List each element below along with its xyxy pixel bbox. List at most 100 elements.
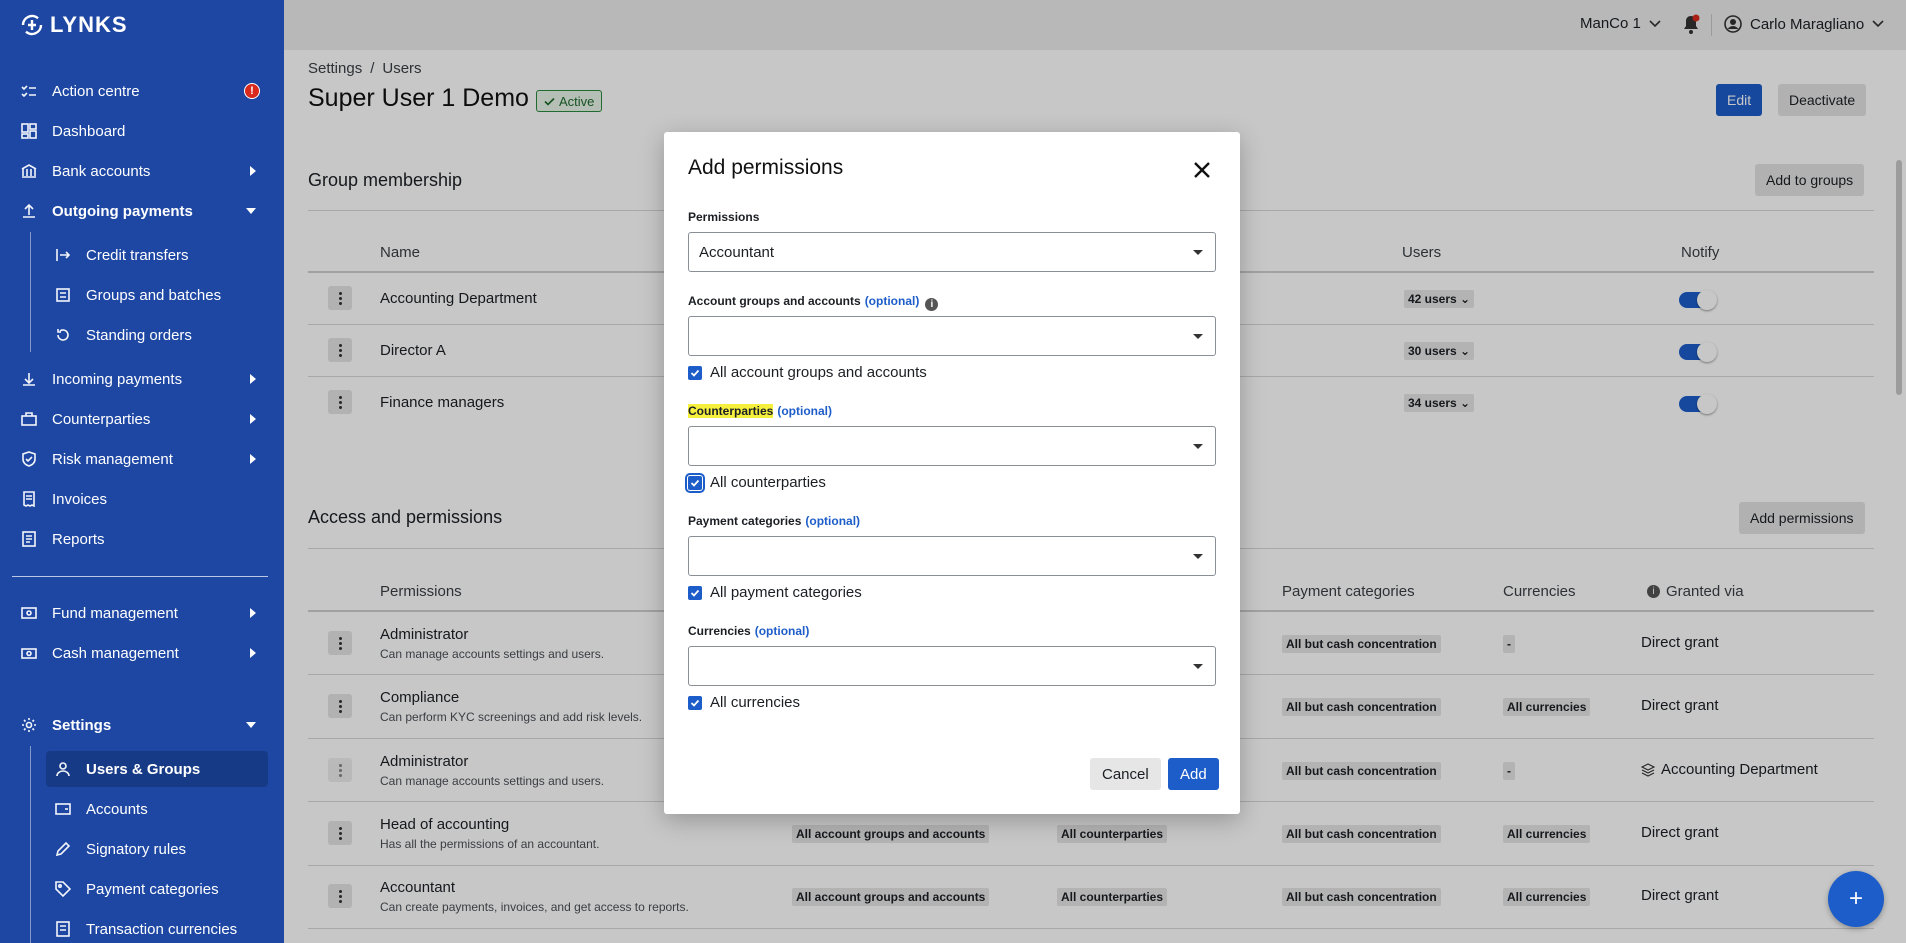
- accounts-label-text: Account groups and accounts: [688, 294, 861, 308]
- sidebar-item-reports[interactable]: Reports: [12, 521, 268, 557]
- caret-down-icon: [1193, 554, 1203, 559]
- sidebar-item-invoices[interactable]: Invoices: [12, 481, 268, 517]
- sidebar-item-standing-orders[interactable]: Standing orders: [46, 317, 268, 353]
- add-button[interactable]: Add: [1168, 758, 1219, 790]
- checkbox-label: All payment categories: [710, 584, 862, 601]
- sidebar: LYNKS Action centre ! Dashboard Bank acc…: [0, 0, 284, 943]
- sidebar-item-accounts[interactable]: Accounts: [46, 791, 268, 827]
- chevron-right-icon: [250, 608, 256, 618]
- sidebar-item-label: Accounts: [86, 800, 148, 818]
- sidebar-item-label: Dashboard: [52, 122, 126, 140]
- counterparties-label: Counterparties (optional): [688, 404, 832, 418]
- sidebar-item-payment-categories[interactable]: Payment categories: [46, 871, 268, 907]
- brand-logo[interactable]: LYNKS: [20, 12, 128, 38]
- counterparties-select[interactable]: [688, 426, 1216, 466]
- currency-icon: [54, 920, 72, 938]
- sidebar-item-label: Users & Groups: [86, 760, 201, 778]
- accounts-select[interactable]: [688, 316, 1216, 356]
- sidebar-item-groups-and-batches[interactable]: Groups and batches: [46, 277, 268, 313]
- lynks-logo-icon: [21, 14, 43, 36]
- optional-tag: (optional): [777, 404, 833, 418]
- sidebar-item-counterparties[interactable]: Counterparties: [12, 401, 268, 437]
- caret-down-icon: [1193, 444, 1203, 449]
- checkbox-label: All counterparties: [710, 474, 826, 491]
- brand-name: LYNKS: [50, 12, 128, 37]
- repeat-icon: [54, 326, 72, 344]
- alert-badge: !: [244, 83, 260, 99]
- tag-icon: [54, 880, 72, 898]
- report-icon: [20, 530, 38, 548]
- cash-icon: [20, 644, 38, 662]
- currencies-label-text: Currencies: [688, 624, 751, 638]
- sidebar-item-fund-management[interactable]: Fund management: [12, 595, 268, 631]
- transfer-icon: [54, 246, 72, 264]
- sidebar-item-settings[interactable]: Settings: [12, 707, 268, 743]
- cancel-button[interactable]: Cancel: [1090, 758, 1161, 790]
- payment-categories-select[interactable]: [688, 536, 1216, 576]
- chevron-right-icon: [250, 166, 256, 176]
- sidebar-item-label: Outgoing payments: [52, 202, 193, 220]
- upload-icon: [20, 202, 38, 220]
- chevron-right-icon: [250, 414, 256, 424]
- sidebar-item-label: Credit transfers: [86, 246, 189, 264]
- chevron-down-icon: [246, 208, 256, 214]
- permissions-select[interactable]: Accountant: [688, 232, 1216, 272]
- sidebar-item-transaction-currencies[interactable]: Transaction currencies: [46, 911, 268, 943]
- payment-categories-label-text: Payment categories: [688, 514, 802, 528]
- all-counterparties-checkbox[interactable]: All counterparties: [685, 472, 826, 493]
- sidebar-item-label: Action centre: [52, 82, 140, 100]
- submenu-guide: [30, 232, 31, 352]
- sidebar-item-signatory-rules[interactable]: Signatory rules: [46, 831, 268, 867]
- chevron-right-icon: [250, 374, 256, 384]
- chevron-right-icon: [250, 648, 256, 658]
- submenu-guide: [30, 746, 31, 943]
- all-accounts-checkbox[interactable]: All account groups and accounts: [688, 364, 927, 381]
- sidebar-item-outgoing-payments[interactable]: Outgoing payments: [12, 193, 268, 229]
- sidebar-item-label: Risk management: [52, 450, 173, 468]
- permissions-label: Permissions: [688, 210, 760, 224]
- pen-icon: [54, 840, 72, 858]
- sidebar-item-credit-transfers[interactable]: Credit transfers: [46, 237, 268, 273]
- counterparties-icon: [20, 410, 38, 428]
- sidebar-item-bank-accounts[interactable]: Bank accounts: [12, 153, 268, 189]
- sidebar-item-dashboard[interactable]: Dashboard: [12, 113, 268, 149]
- checkbox-label: All currencies: [710, 694, 801, 711]
- chevron-down-icon: [246, 722, 256, 728]
- fund-icon: [20, 604, 38, 622]
- wallet-icon: [54, 800, 72, 818]
- dashboard-icon: [20, 122, 38, 140]
- all-payment-categories-checkbox[interactable]: All payment categories: [688, 584, 862, 601]
- sidebar-item-users-groups[interactable]: Users & Groups: [46, 751, 268, 787]
- checkbox-checked-icon: [688, 365, 702, 380]
- checkbox-label: All account groups and accounts: [710, 364, 927, 381]
- sidebar-item-label: Cash management: [52, 644, 179, 662]
- scrollbar[interactable]: [1896, 160, 1902, 395]
- info-icon[interactable]: i: [925, 298, 939, 311]
- sidebar-item-label: Settings: [52, 716, 112, 734]
- sidebar-item-label: Invoices: [52, 490, 108, 508]
- close-icon[interactable]: [1190, 158, 1214, 182]
- sidebar-item-label: Payment categories: [86, 880, 219, 898]
- sidebar-item-label: Reports: [52, 530, 105, 548]
- chevron-right-icon: [250, 454, 256, 464]
- sidebar-item-label: Fund management: [52, 604, 178, 622]
- users-icon: [54, 760, 72, 778]
- add-permissions-dialog: Add permissions Permissions Accountant A…: [664, 132, 1240, 814]
- currencies-select[interactable]: [688, 646, 1216, 686]
- sidebar-item-incoming-payments[interactable]: Incoming payments: [12, 361, 268, 397]
- caret-down-icon: [1193, 334, 1203, 339]
- optional-tag: (optional): [864, 294, 920, 308]
- counterparties-label-text: Counterparties: [688, 404, 774, 418]
- all-currencies-checkbox[interactable]: All currencies: [688, 694, 800, 711]
- add-fab-button[interactable]: +: [1828, 871, 1884, 927]
- tasks-icon: [20, 82, 38, 100]
- sidebar-item-action-centre[interactable]: Action centre !: [12, 73, 268, 109]
- sidebar-item-risk-management[interactable]: Risk management: [12, 441, 268, 477]
- batch-icon: [54, 286, 72, 304]
- checkbox-checked-icon: [688, 585, 702, 600]
- gear-icon: [20, 716, 38, 734]
- sidebar-divider: [12, 576, 268, 577]
- sidebar-item-cash-management[interactable]: Cash management: [12, 635, 268, 671]
- currencies-label: Currencies (optional): [688, 624, 809, 638]
- sidebar-item-label: Standing orders: [86, 326, 192, 344]
